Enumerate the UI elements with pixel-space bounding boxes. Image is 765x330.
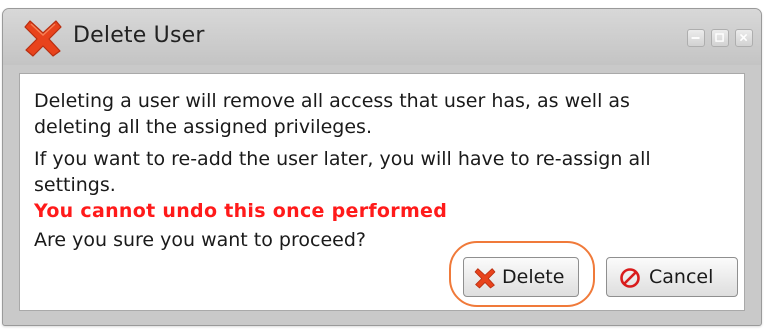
dialog-content: Deleting a user will remove all access t… bbox=[19, 73, 745, 311]
no-entry-icon bbox=[620, 268, 640, 288]
delete-button[interactable]: Delete bbox=[463, 257, 579, 297]
maximize-button[interactable] bbox=[711, 29, 729, 47]
close-icon bbox=[739, 33, 748, 42]
red-x-icon bbox=[24, 20, 62, 57]
message-line-2: deleting all the assigned privileges. bbox=[34, 116, 372, 138]
dialog-titlebar[interactable]: Delete User bbox=[3, 9, 761, 65]
delete-button-label: Delete bbox=[502, 266, 565, 288]
cancel-button[interactable]: Cancel bbox=[606, 257, 738, 297]
warning-text: You cannot undo this once performed bbox=[34, 200, 448, 222]
red-x-icon bbox=[474, 268, 496, 289]
message-line-4: settings. bbox=[34, 174, 116, 196]
minimize-icon bbox=[691, 37, 700, 39]
message-line-3: If you want to re-add the user later, yo… bbox=[34, 148, 651, 170]
close-button[interactable] bbox=[735, 29, 753, 47]
minimize-button[interactable] bbox=[687, 29, 705, 47]
maximize-icon bbox=[715, 33, 724, 42]
message-line-1: Deleting a user will remove all access t… bbox=[34, 90, 630, 112]
cancel-button-label: Cancel bbox=[649, 266, 714, 288]
confirm-question: Are you sure you want to proceed? bbox=[34, 229, 366, 251]
delete-user-dialog: Delete User Deleting a user will remove … bbox=[2, 8, 762, 326]
dialog-title: Delete User bbox=[73, 23, 205, 48]
